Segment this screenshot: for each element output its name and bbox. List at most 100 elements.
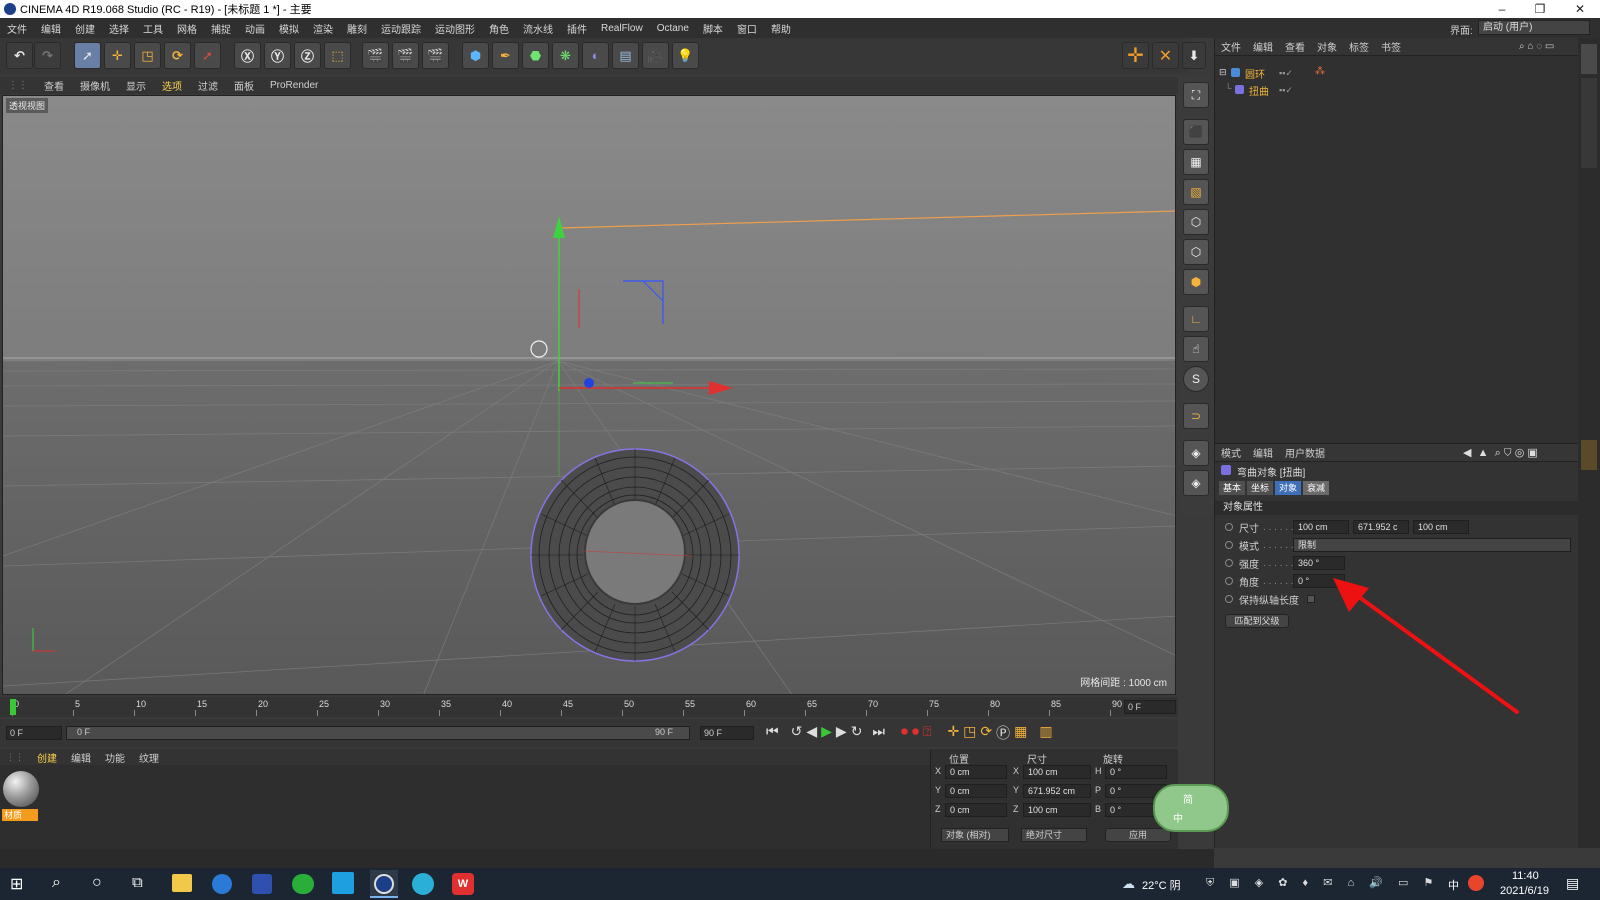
playhead-marker[interactable]	[10, 699, 16, 715]
object-manager-menu-item[interactable]: 对象	[1311, 39, 1343, 54]
size-y-field[interactable]: 671.952 c	[1353, 520, 1409, 534]
object-manager-menu-item[interactable]: 文件	[1215, 39, 1247, 54]
frame-range-slider[interactable]: 0 F 90 F	[66, 726, 690, 740]
render-settings-button[interactable]: 🎬	[422, 42, 449, 69]
magnet-icon[interactable]: ⊃	[1183, 403, 1209, 429]
menu-item[interactable]: 帮助	[764, 21, 798, 36]
wps-icon[interactable]: W	[452, 873, 474, 895]
key-position-icon[interactable]: ✛	[947, 723, 959, 743]
sogou-icon[interactable]	[1468, 875, 1484, 891]
attribute-manager-menu-item[interactable]: 用户数据	[1279, 445, 1331, 460]
keyframe-selection-icon[interactable]: ⍰	[923, 723, 931, 743]
object-manager-menu-item[interactable]: 标签	[1343, 39, 1375, 54]
object-row-torus[interactable]: ⊟ 圆环 ▪▪✓ ⁂	[1215, 66, 1575, 81]
anim-dot-icon[interactable]	[1225, 523, 1233, 531]
menu-item[interactable]: 角色	[482, 21, 516, 36]
cloner-button[interactable]: ❋	[552, 42, 579, 69]
loop-icon[interactable]: ↻	[851, 723, 863, 743]
menu-item[interactable]: 插件	[560, 21, 594, 36]
search-icon[interactable]: ⌕	[52, 874, 61, 892]
side-tab-content[interactable]	[1581, 78, 1597, 168]
visibility-icon[interactable]: ▪▪✓	[1279, 85, 1293, 96]
menu-item[interactable]: 运动图形	[428, 21, 482, 36]
app-icon-cyan[interactable]	[332, 872, 354, 894]
file-explorer-icon[interactable]	[172, 874, 192, 892]
scale-tool-button[interactable]: ◳	[134, 42, 161, 69]
anim-dot-icon[interactable]	[1225, 559, 1233, 567]
light-button[interactable]: 💡	[672, 42, 699, 69]
next-frame-icon[interactable]: ▶	[836, 723, 847, 743]
object-name[interactable]: 扭曲	[1249, 83, 1269, 98]
recent-tool-button[interactable]: ➚	[194, 42, 221, 69]
menu-item[interactable]: 工具	[136, 21, 170, 36]
menu-item[interactable]: 脚本	[696, 21, 730, 36]
tray-icons[interactable]: ⛨ ▣ ◈ ✿ ♦ ✉ ⌂ 🔊 ▭ ⚑	[1206, 876, 1439, 890]
viewport-menu-item[interactable]: 面板	[226, 78, 262, 93]
floor-button[interactable]: ▤	[612, 42, 639, 69]
expand-icon[interactable]: ⊟	[1219, 67, 1227, 78]
tweak-mode-icon[interactable]: ☝	[1183, 336, 1209, 362]
anim-dot-icon[interactable]	[1225, 541, 1233, 549]
app-icon-blue[interactable]	[252, 874, 272, 894]
planar-workplane-icon[interactable]: ◈	[1183, 470, 1209, 496]
y-axis-button[interactable]: Ⓨ	[264, 42, 291, 69]
attribute-tab[interactable]: 衰减	[1303, 481, 1330, 495]
rotation-field[interactable]: 0 °	[1105, 765, 1167, 779]
render-picture-viewer-button[interactable]: 🎬	[392, 42, 419, 69]
z-axis-button[interactable]: Ⓩ	[294, 42, 321, 69]
scale-gizmo-icon[interactable]: ✕	[1152, 42, 1179, 69]
viewport-menu-item[interactable]: ProRender	[262, 80, 326, 91]
anim-dot-icon[interactable]	[1225, 595, 1233, 603]
key-rotation-icon[interactable]: ⟳	[980, 723, 992, 743]
attribute-manager-menu-item[interactable]: 模式	[1215, 445, 1247, 460]
subdivision-button[interactable]: ⬣	[522, 42, 549, 69]
material-swatch[interactable]	[3, 771, 39, 807]
move-tool-button[interactable]: ✛	[104, 42, 131, 69]
menu-item[interactable]: 编辑	[34, 21, 68, 36]
clock-date[interactable]: 2021/6/19	[1500, 885, 1549, 897]
cube-primitive-button[interactable]: ⬢	[462, 42, 489, 69]
move-gizmo-icon[interactable]: ✛	[1122, 42, 1149, 69]
menu-item[interactable]: 渲染	[306, 21, 340, 36]
position-field[interactable]: 0 cm	[945, 784, 1007, 798]
camera-button[interactable]: 🎥	[642, 42, 669, 69]
minimize-icon[interactable]: –	[1484, 0, 1520, 18]
restore-icon[interactable]: ❐	[1522, 0, 1558, 18]
previous-frame-icon[interactable]: ◀	[806, 723, 817, 743]
material-menu-item[interactable]: 编辑	[64, 750, 98, 765]
x-axis-button[interactable]: Ⓧ	[234, 42, 261, 69]
key-parameter-icon[interactable]: Ⓟ	[996, 723, 1010, 743]
record-icon[interactable]: ⏺	[901, 723, 908, 743]
clock-time[interactable]: 11:40	[1512, 870, 1539, 882]
material-menu-item[interactable]: 创建	[30, 750, 64, 765]
timeline-window-icon[interactable]: ▥	[1039, 723, 1052, 743]
viewport-menu-item[interactable]: 过滤	[190, 78, 226, 93]
timeline-ruler[interactable]: 0 5 10 15 20 25 30 35 40 45 50 55 60 65 70 75 80 85 90 0 F	[0, 697, 1178, 717]
start-frame-field[interactable]: 0 F	[6, 726, 62, 740]
spline-pen-button[interactable]: ✒	[492, 42, 519, 69]
size-x-field[interactable]: 100 cm	[1293, 520, 1349, 534]
weather-text[interactable]: 22°C 阴	[1142, 877, 1181, 893]
wechat-icon[interactable]	[292, 874, 314, 894]
size-field[interactable]: 671.952 cm	[1023, 784, 1091, 798]
object-manager-search-icon[interactable]: ⌕ ⌂ ◌ ▭	[1519, 41, 1554, 52]
menu-item[interactable]: RealFlow	[594, 23, 650, 34]
material-menu-item[interactable]: 纹理	[132, 750, 166, 765]
axis-mode-icon[interactable]: ∟	[1183, 306, 1209, 332]
nav-icons[interactable]: ◀ ▲ ⌕ ⛉ ◎ ▣	[1463, 446, 1538, 460]
apply-button[interactable]: 应用	[1105, 828, 1171, 842]
attribute-manager-menu-item[interactable]: 编辑	[1247, 445, 1279, 460]
position-field[interactable]: 0 cm	[945, 803, 1007, 817]
browser-icon[interactable]	[212, 874, 232, 894]
current-frame-field[interactable]: 0 F	[1124, 700, 1176, 714]
panel-grip-icon[interactable]: ⋮⋮	[0, 80, 36, 91]
mode-dropdown[interactable]: 限制	[1293, 538, 1571, 552]
perspective-viewport[interactable]: 透视视图 网格间距 : 1000 cm	[2, 95, 1176, 695]
size-mode-dropdown[interactable]: 绝对尺寸	[1021, 828, 1087, 842]
workplane-mode-icon[interactable]: ▧	[1183, 179, 1209, 205]
object-row-twist[interactable]: └ 扭曲 ▪▪✓	[1215, 83, 1575, 98]
visibility-icon[interactable]: ▪▪✓	[1279, 68, 1293, 79]
menu-item[interactable]: 捕捉	[204, 21, 238, 36]
attribute-tab[interactable]: 基本	[1219, 481, 1246, 495]
size-z-field[interactable]: 100 cm	[1413, 520, 1469, 534]
